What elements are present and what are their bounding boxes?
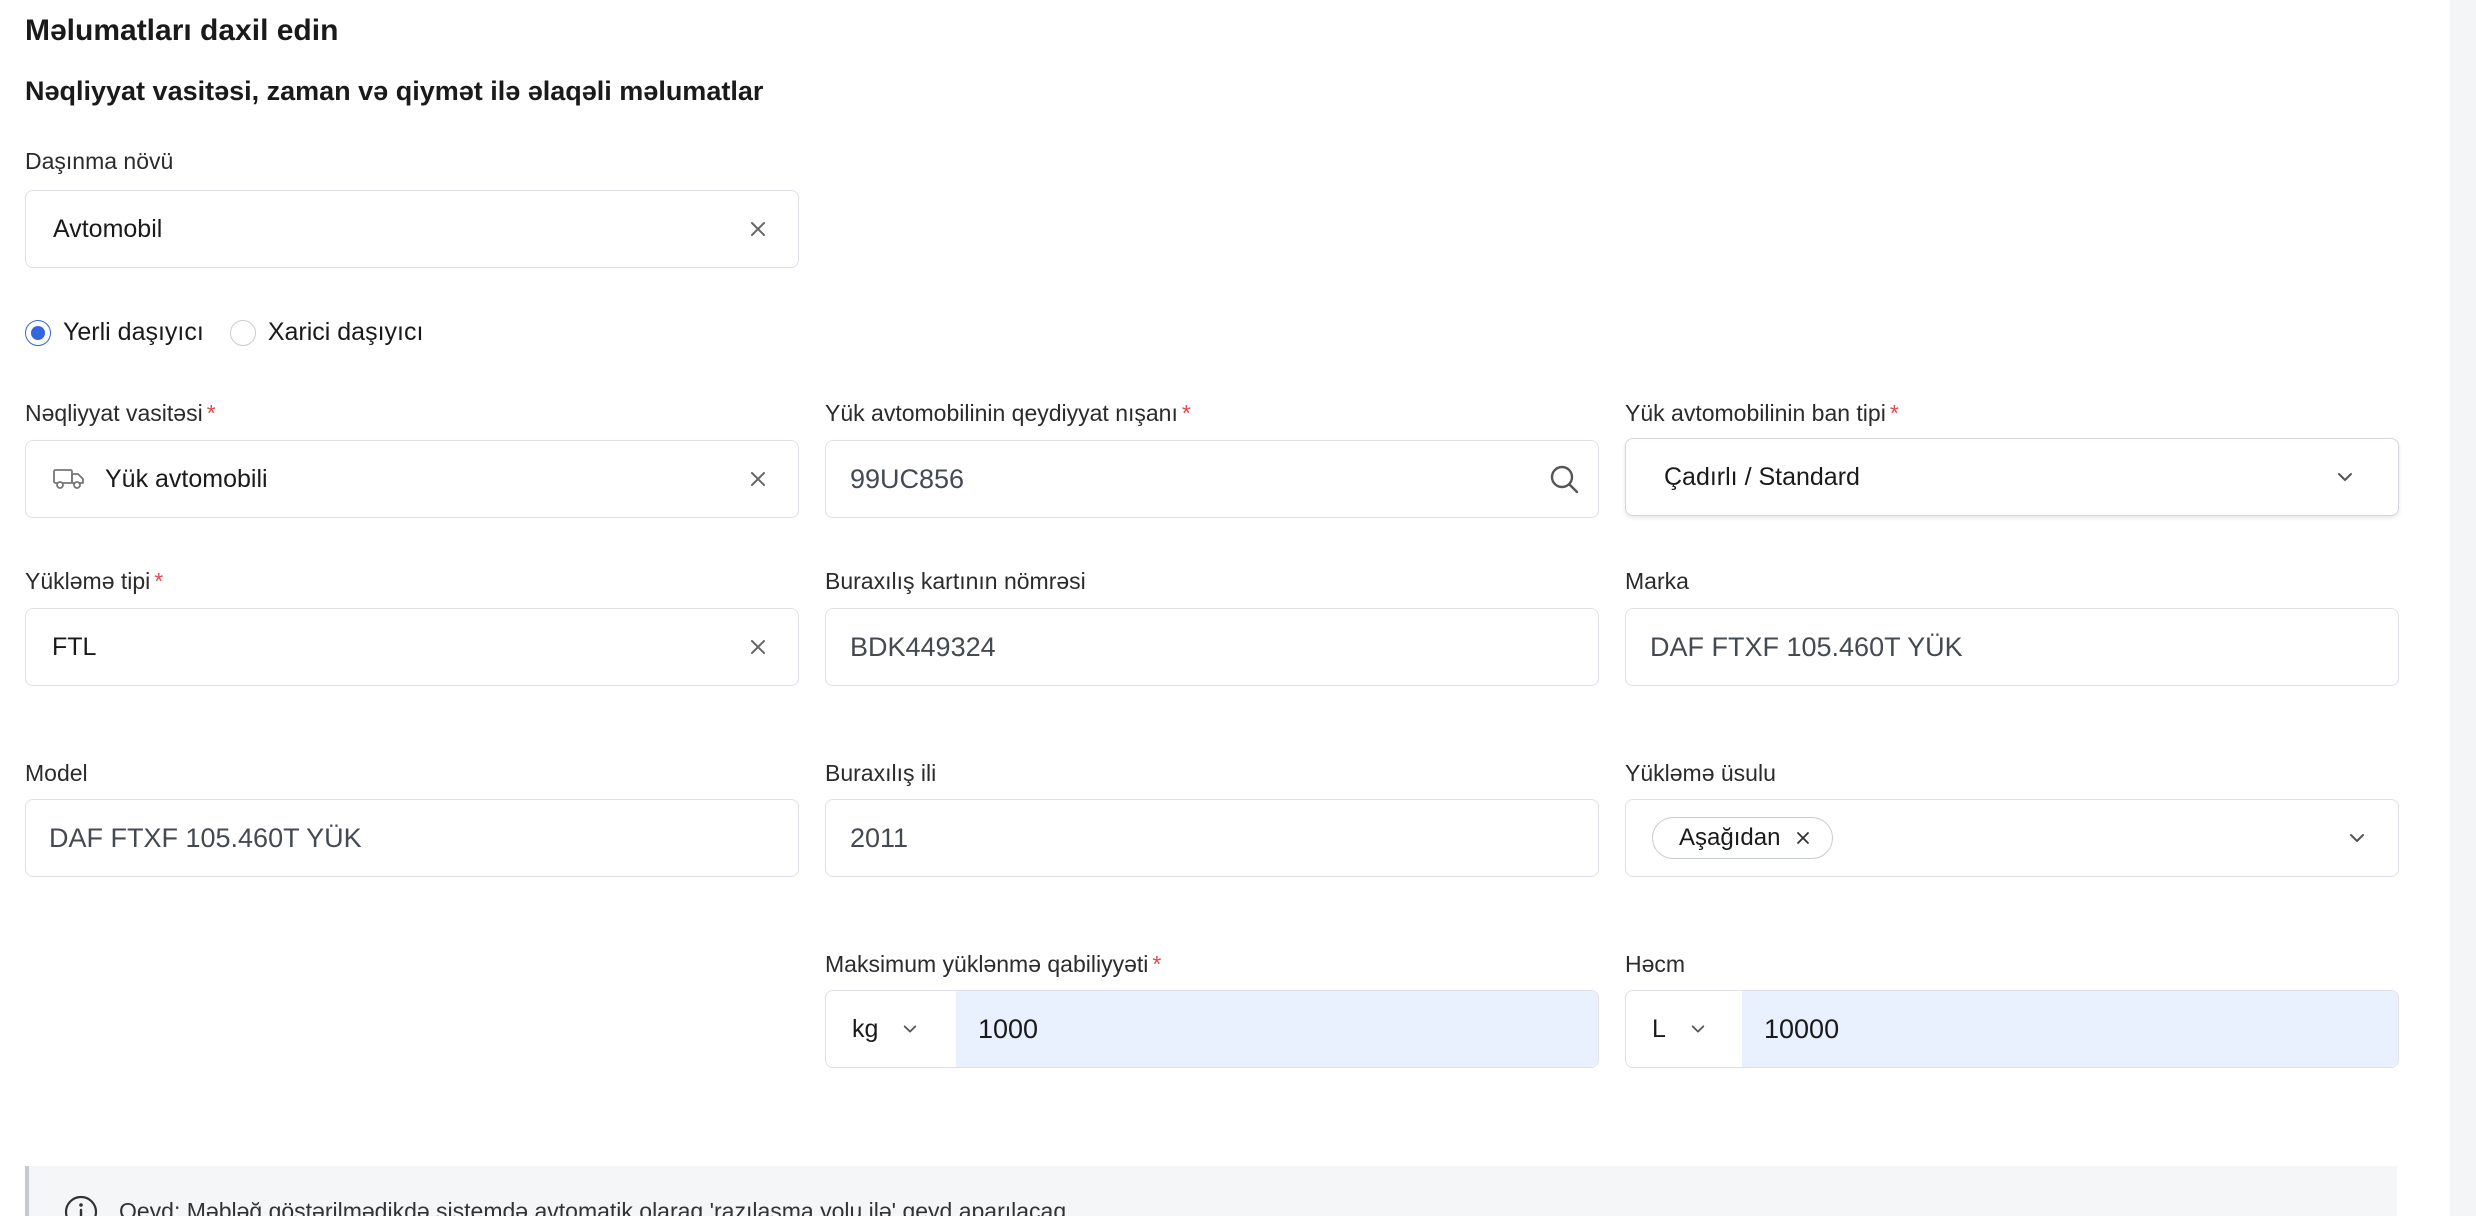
load-type-label: Yükləmə tipi *: [25, 568, 164, 594]
chevron-down-icon: [2338, 473, 2352, 481]
plate-search-input[interactable]: 99UC856: [825, 440, 1599, 518]
brand-label: Marka: [1625, 568, 1689, 594]
volume-unit-select[interactable]: L: [1626, 991, 1742, 1067]
capacity-unit-select[interactable]: kg: [826, 991, 956, 1067]
max-capacity-label: Maksimum yüklənmə qabiliyyəti *: [825, 951, 1162, 977]
body-type-select[interactable]: Çadırlı / Standard: [1625, 438, 2399, 516]
section-title: Nəqliyyat vasitəsi, zaman və qiymət ilə …: [25, 76, 764, 106]
chip-label: Aşağıdan: [1679, 824, 1781, 851]
transport-type-select[interactable]: Avtomobil: [25, 190, 799, 268]
info-icon: [64, 1195, 98, 1216]
local-carrier-radio[interactable]: [25, 319, 51, 346]
pass-card-label: Buraxılış kartının nömrəsi: [825, 568, 1086, 594]
volume-label: Həcm: [1625, 951, 1686, 977]
plate-label: Yük avtomobilinin qeydiyyat nışanı *: [825, 400, 1191, 426]
page-title: Məlumatları daxil edin: [25, 14, 339, 47]
capacity-value: 1000: [978, 1013, 1039, 1044]
model-value: DAF FTXF 105.460T YÜK: [49, 822, 362, 853]
form-container: Məlumatları daxil edin Nəqliyyat vasitəs…: [25, 0, 2405, 1216]
year-value: 2011: [850, 822, 909, 853]
note-text: Qeyd: Məbləğ göstərilmədikdə sistemdə av…: [119, 1198, 1067, 1216]
body-type-value: Çadırlı / Standard: [1664, 462, 1860, 491]
chevron-down-icon: [1691, 1025, 1705, 1033]
clear-icon[interactable]: [748, 219, 768, 239]
truck-icon: [53, 469, 84, 489]
year-input[interactable]: 2011: [825, 799, 1599, 877]
year-label: Buraxılış ili: [825, 760, 937, 786]
vehicle-label: Nəqliyyat vasitəsi *: [25, 400, 216, 426]
load-method-label: Yükləmə üsulu: [1625, 760, 1776, 786]
capacity-input[interactable]: 1000: [956, 991, 1598, 1067]
vehicle-select[interactable]: Yük avtomobili: [25, 440, 799, 518]
clear-icon[interactable]: [748, 469, 768, 489]
model-label: Model: [25, 760, 88, 786]
load-method-multiselect[interactable]: Aşağıdan: [1625, 799, 2399, 877]
carrier-radio-group: Yerli daşıyıcı Xarici daşıyıcı: [25, 318, 423, 347]
plate-value: 99UC856: [850, 463, 965, 494]
pass-card-input[interactable]: BDK449324: [825, 608, 1599, 686]
transport-type-label: Daşınma növü: [25, 148, 174, 174]
transport-type-value: Avtomobil: [53, 214, 163, 243]
max-capacity-field: kg 1000: [825, 990, 1599, 1068]
search-icon[interactable]: [1548, 463, 1580, 495]
clear-icon[interactable]: [748, 637, 768, 657]
chevron-down-icon: [904, 1025, 917, 1033]
load-type-select[interactable]: FTL: [25, 608, 799, 686]
pass-card-value: BDK449324: [850, 631, 996, 662]
model-input[interactable]: DAF FTXF 105.460T YÜK: [25, 799, 799, 877]
chevron-down-icon: [2350, 834, 2364, 842]
capacity-unit-value: kg: [852, 1014, 879, 1043]
foreign-carrier-radio[interactable]: [229, 319, 256, 346]
brand-input[interactable]: DAF FTXF 105.460T YÜK: [1625, 608, 2399, 686]
body-type-label: Yük avtomobilinin ban tipi *: [1625, 400, 1899, 426]
load-type-value: FTL: [52, 632, 97, 661]
foreign-carrier-label[interactable]: Xarici daşıyıcı: [268, 318, 424, 347]
volume-unit-value: L: [1652, 1014, 1666, 1043]
brand-value: DAF FTXF 105.460T YÜK: [1650, 631, 1963, 662]
page-scrollbar[interactable]: [2450, 0, 2476, 1216]
volume-field: L 10000: [1625, 990, 2399, 1068]
load-method-chip[interactable]: Aşağıdan: [1652, 817, 1834, 859]
volume-input[interactable]: 10000: [1742, 991, 2398, 1067]
info-note: Qeyd: Məbləğ göstərilmədikdə sistemdə av…: [25, 1166, 2397, 1216]
chip-remove-icon[interactable]: [1796, 831, 1810, 845]
volume-value: 10000: [1764, 1013, 1840, 1044]
local-carrier-label[interactable]: Yerli daşıyıcı: [63, 318, 204, 347]
vehicle-value: Yük avtomobili: [105, 464, 268, 493]
